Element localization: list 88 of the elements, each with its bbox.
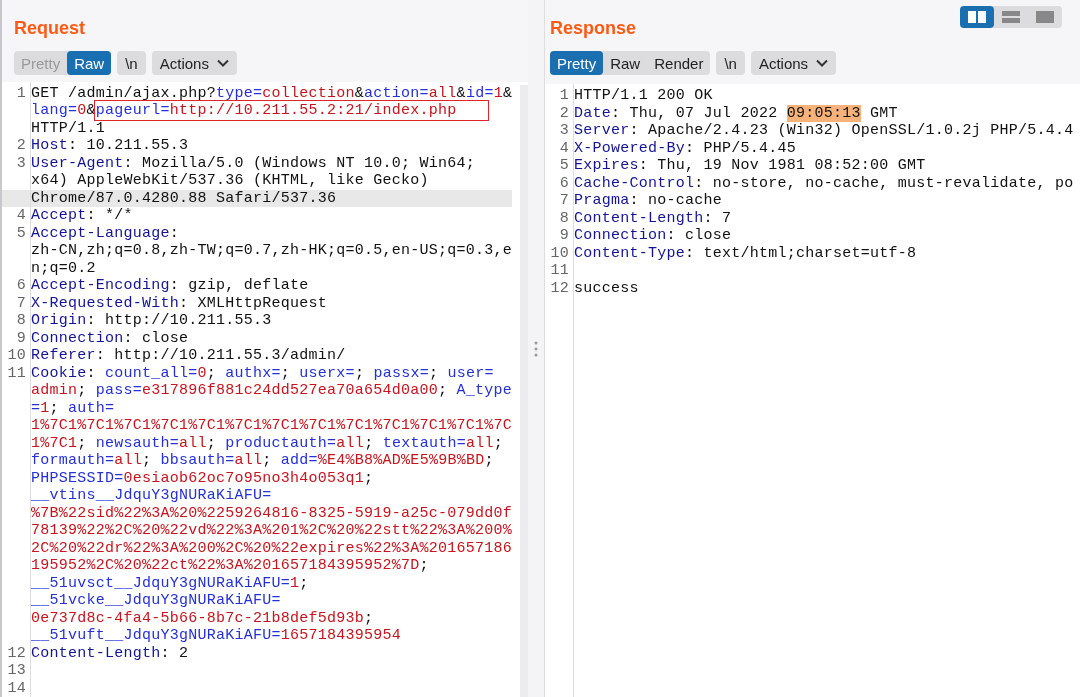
line-number: 11: [7, 364, 26, 382]
code-line: Date: Thu, 07 Jul 2022 09:05:13 GMT: [574, 104, 898, 122]
code-line: =1; auth=: [31, 399, 115, 417]
code-line: Accept-Language:: [31, 224, 180, 242]
code-line: Accept-Encoding: gzip, deflate: [31, 277, 309, 295]
code-line: User-Agent: Mozilla/5.0 (Windows NT 10.0; Win64;: [31, 154, 476, 172]
newline-toggle-button[interactable]: \n: [716, 51, 745, 75]
code-line: Connection: close: [31, 329, 189, 347]
line-number: 7: [16, 294, 26, 312]
line-number: 6: [16, 277, 26, 294]
code-line: Connection: close: [574, 227, 732, 245]
code-line: 1%7C1%7C1%7C1%7C1%7C1%7C1%7C1%7C1%7C1%7C1%7C1%7C1%7C: [31, 417, 513, 435]
view-tab[interactable]: Raw: [603, 51, 648, 75]
line-number: 6: [559, 174, 569, 192]
newline-toggle-button[interactable]: \n: [117, 51, 146, 75]
code-editor[interactable]: [2, 81, 528, 697]
single-pane-icon: [1036, 11, 1054, 23]
code-line: Referer: http://10.211.55.3/admin/: [31, 347, 346, 365]
code-line: Chrome/87.0.4280.88 Safari/537.36: [31, 189, 337, 207]
line-number: 10: [550, 244, 569, 262]
line-number: 3: [559, 122, 569, 139]
code-line: %7B%22sid%22%3A%20%2259264816-8325-5919-a25c-079dd0f: [31, 504, 513, 522]
line-number: 2: [559, 104, 569, 122]
code-line: X-Requested-With: XMLHttpRequest: [31, 294, 328, 312]
code-line: X-Powered-By: PHP/5.4.45: [574, 139, 797, 157]
code-line: zh-CN,zh;q=0.8,zh-TW;q=0.7,zh-HK;q=0.5,en-US;q=0.3,e: [31, 242, 513, 260]
view-tab[interactable]: Pretty: [550, 51, 604, 75]
code-line: x64) AppleWebKit/537.36 (KHTML, like Gecko): [31, 172, 429, 190]
line-number: 14: [7, 679, 26, 697]
line-number: 10: [7, 347, 26, 364]
panel-title: Request: [14, 18, 86, 39]
chevron-down-icon: [216, 59, 229, 67]
code-line: Server: Apache/2.4.23 (Win32) OpenSSL/1.0.2j PHP/5.4.4: [574, 122, 1074, 140]
line-number: 13: [7, 662, 26, 679]
line-number: 8: [16, 312, 26, 329]
chevron-down-icon: [816, 59, 829, 67]
line-number: 1: [16, 84, 26, 102]
panel-title: Response: [550, 18, 638, 39]
actions-dropdown[interactable]: Actions: [151, 51, 237, 75]
code-line: 0e737d8c-4fa4-5b66-8b7c-21b8def5d93b;: [31, 609, 374, 627]
code-line: HTTP/1.1 200 OK: [574, 87, 713, 105]
line-number: 5: [16, 224, 26, 242]
code-line: 2C%20%22dr%22%3A%200%2C%20%22expires%22%3A%201657186: [31, 539, 513, 557]
line-number: 9: [16, 329, 26, 347]
layout-toggle-button[interactable]: [960, 6, 994, 28]
code-line: PHPSESSID=0esiaob62oc7o95no3h4o053q1;: [31, 469, 374, 487]
code-line: admin; pass=e317896f881c24dd527ea70a654d0a00; A_type: [31, 382, 513, 400]
code-line: __51uvsct__JdquY3gNURaKiAFU=1;: [31, 574, 309, 592]
code-line: Accept: */*: [31, 207, 133, 225]
side-by-side-icon: [968, 11, 986, 23]
code-line: 78139%22%2C%20%22vd%22%3A%201%2C%20%22stt%22%3A%200%: [31, 522, 513, 540]
line-number: 5: [559, 157, 569, 174]
line-number: 12: [550, 279, 569, 297]
stacked-icon: [1002, 11, 1020, 23]
code-line: n;q=0.2: [31, 259, 96, 277]
code-line: Content-Type: text/html;charset=utf-8: [574, 244, 917, 262]
code-line: Content-Length: 7: [574, 209, 732, 227]
line-number: 2: [16, 137, 26, 154]
code-line: success: [574, 279, 639, 297]
code-line: Host: 10.211.55.3: [31, 137, 189, 155]
line-number: 11: [550, 262, 569, 279]
code-line: Content-Length: 2: [31, 644, 189, 662]
drag-handle-icon[interactable]: [534, 340, 538, 357]
code-line: lang=0&pageurl=http://10.211.55.2:21/index.php: [31, 102, 487, 120]
line-number: 3: [16, 154, 26, 172]
code-line: Pragma: no-cache: [574, 192, 723, 210]
code-line: 195952%2C%20%22ct%22%3A%201657184395952%7D;: [31, 557, 429, 575]
line-number: 12: [7, 644, 26, 662]
view-tab[interactable]: Render: [647, 51, 711, 75]
code-line: GET /admin/ajax.php?type=collection&action=all&id=1&: [31, 84, 513, 102]
line-number: 9: [559, 227, 569, 244]
code-line: HTTP/1.1: [31, 119, 105, 137]
line-number: 4: [16, 207, 26, 224]
line-number: 1: [559, 87, 569, 104]
code-line: __51vcke__JdquY3gNURaKiAFU=: [31, 592, 281, 610]
view-tab[interactable]: Raw: [67, 51, 112, 75]
code-line: Expires: Thu, 19 Nov 1981 08:52:00 GMT: [574, 157, 926, 175]
code-line: __vtins__JdquY3gNURaKiAFU=: [31, 487, 272, 505]
actions-dropdown[interactable]: Actions: [750, 51, 837, 75]
line-number: 8: [559, 209, 569, 227]
line-number: 7: [559, 192, 569, 209]
code-line: Origin: http://10.211.55.3: [31, 312, 272, 330]
code-line: Cache-Control: no-store, no-cache, must-revalidate, po: [574, 174, 1074, 192]
code-line: formauth=all; bbsauth=all; add=%E4%B8%AD%E5%9B%BD;: [31, 452, 494, 470]
line-number: 4: [559, 139, 569, 157]
code-line: __51vuft__JdquY3gNURaKiAFU=1657184395954: [31, 627, 402, 645]
code-line: 1%7C1; newsauth=all; productauth=all; textauth=all;: [31, 434, 503, 452]
code-line: Cookie: count_all=0; authx=; userx=; passx=; user=: [31, 364, 494, 382]
